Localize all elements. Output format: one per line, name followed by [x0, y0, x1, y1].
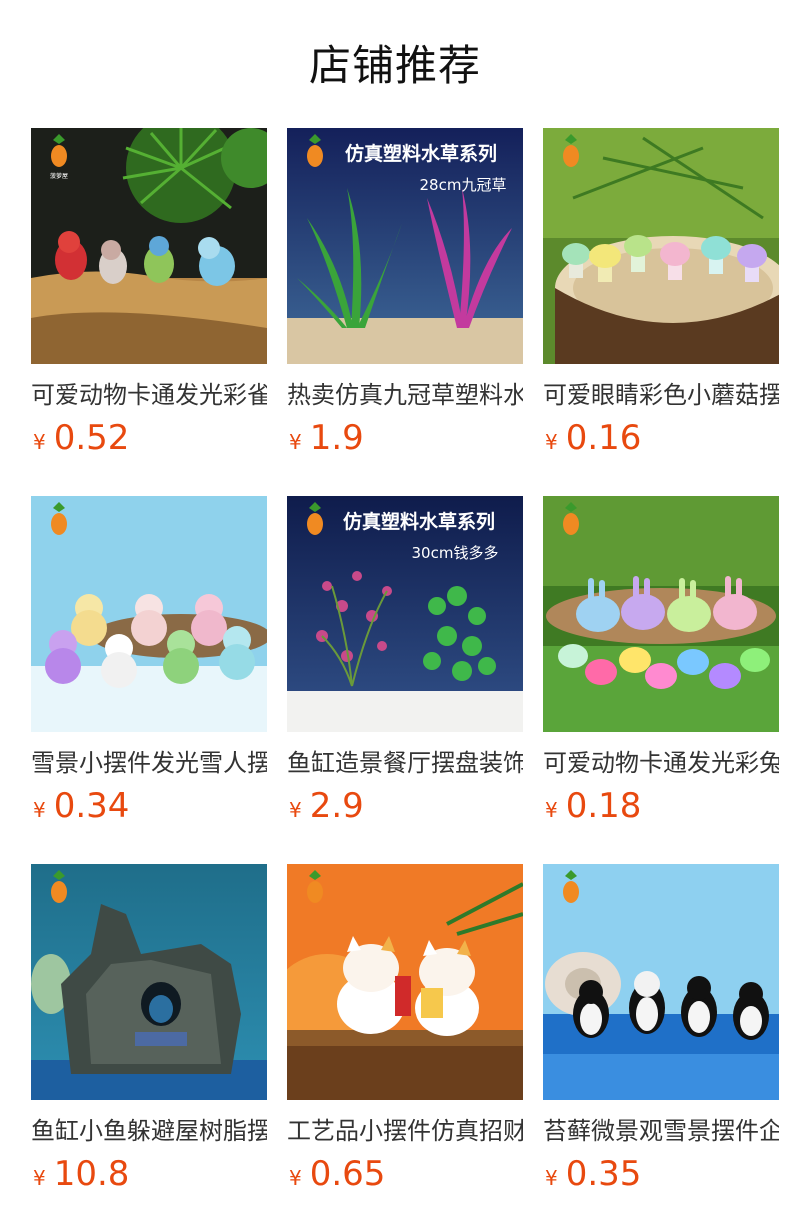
product-card[interactable]: 菠萝屋 可爱动物卡通发光彩雀 ¥0.52 [31, 128, 267, 460]
currency-symbol: ¥ [545, 1166, 558, 1190]
svg-text:菠萝屋: 菠萝屋 [50, 172, 68, 180]
glowing-birds-image[interactable]: 菠萝屋 [31, 128, 267, 364]
currency-symbol: ¥ [289, 1166, 302, 1190]
product-price: ¥10.8 [31, 1152, 267, 1196]
product-card[interactable]: 工艺品小摆件仿真招财猫 ¥0.65 [287, 864, 523, 1196]
product-price: ¥0.18 [543, 784, 779, 828]
product-card[interactable]: 鱼缸小鱼躲避屋树脂摆件 ¥10.8 [31, 864, 267, 1196]
product-price: ¥0.52 [31, 416, 267, 460]
currency-symbol: ¥ [545, 430, 558, 454]
product-name[interactable]: 热卖仿真九冠草塑料水草 [287, 378, 523, 412]
price-value: 0.34 [53, 786, 130, 826]
product-price: ¥0.35 [543, 1152, 779, 1196]
price-value: 0.65 [309, 1154, 386, 1194]
product-price: ¥0.65 [287, 1152, 523, 1196]
price-value: 0.52 [53, 418, 130, 458]
price-value: 10.8 [53, 1154, 130, 1194]
currency-symbol: ¥ [289, 798, 302, 822]
price-value: 0.35 [565, 1154, 642, 1194]
product-name[interactable]: 鱼缸造景餐厅摆盘装饰 [287, 746, 523, 780]
product-price: ¥0.34 [31, 784, 267, 828]
product-card[interactable]: 仿真塑料水草系列 28cm九冠草 热卖仿真九冠草塑料水草 ¥1.9 [287, 128, 523, 460]
glowing-rabbits-image[interactable] [543, 496, 779, 732]
currency-symbol: ¥ [33, 798, 46, 822]
price-value: 0.18 [565, 786, 642, 826]
banner-line2: 30cm钱多多 [412, 544, 499, 562]
price-value: 1.9 [309, 418, 364, 458]
product-price: ¥1.9 [287, 416, 523, 460]
snowman-image[interactable] [31, 496, 267, 732]
product-name[interactable]: 苔藓微景观雪景摆件企鹅 [543, 1114, 779, 1148]
banner-line1: 仿真塑料水草系列 [345, 142, 497, 165]
currency-symbol: ¥ [33, 430, 46, 454]
product-name[interactable]: 雪景小摆件发光雪人摆件 [31, 746, 267, 780]
product-name[interactable]: 可爱眼睛彩色小蘑菇摆件 [543, 378, 779, 412]
penguins-image[interactable] [543, 864, 779, 1100]
mushroom-image[interactable] [543, 128, 779, 364]
plastic-plant-image[interactable]: 仿真塑料水草系列 30cm钱多多 [287, 496, 523, 732]
tree-stump-hideout-image[interactable] [31, 864, 267, 1100]
product-name[interactable]: 可爱动物卡通发光彩兔 [543, 746, 779, 780]
product-name[interactable]: 工艺品小摆件仿真招财猫 [287, 1114, 523, 1148]
currency-symbol: ¥ [33, 1166, 46, 1190]
product-name[interactable]: 鱼缸小鱼躲避屋树脂摆件 [31, 1114, 267, 1148]
product-price: ¥0.16 [543, 416, 779, 460]
plastic-plant-image[interactable]: 仿真塑料水草系列 28cm九冠草 [287, 128, 523, 364]
product-name[interactable]: 可爱动物卡通发光彩雀 [31, 378, 267, 412]
product-card[interactable]: 苔藓微景观雪景摆件企鹅 ¥0.35 [543, 864, 779, 1196]
page-title: 店铺推荐 [308, 41, 481, 90]
product-card[interactable]: 仿真塑料水草系列 30cm钱多多 鱼缸造景餐厅摆盘装饰 ¥2.9 [287, 496, 523, 828]
product-card[interactable]: 可爱眼睛彩色小蘑菇摆件 ¥0.16 [543, 128, 779, 460]
price-value: 0.16 [565, 418, 642, 458]
product-card[interactable]: 雪景小摆件发光雪人摆件 ¥0.34 [31, 496, 267, 828]
product-card[interactable]: 可爱动物卡通发光彩兔 ¥0.18 [543, 496, 779, 828]
price-value: 2.9 [309, 786, 364, 826]
banner-line2: 28cm九冠草 [420, 176, 507, 194]
product-price: ¥2.9 [287, 784, 523, 828]
currency-symbol: ¥ [545, 798, 558, 822]
lucky-cat-image[interactable] [287, 864, 523, 1100]
banner-line1: 仿真塑料水草系列 [343, 510, 495, 533]
currency-symbol: ¥ [289, 430, 302, 454]
